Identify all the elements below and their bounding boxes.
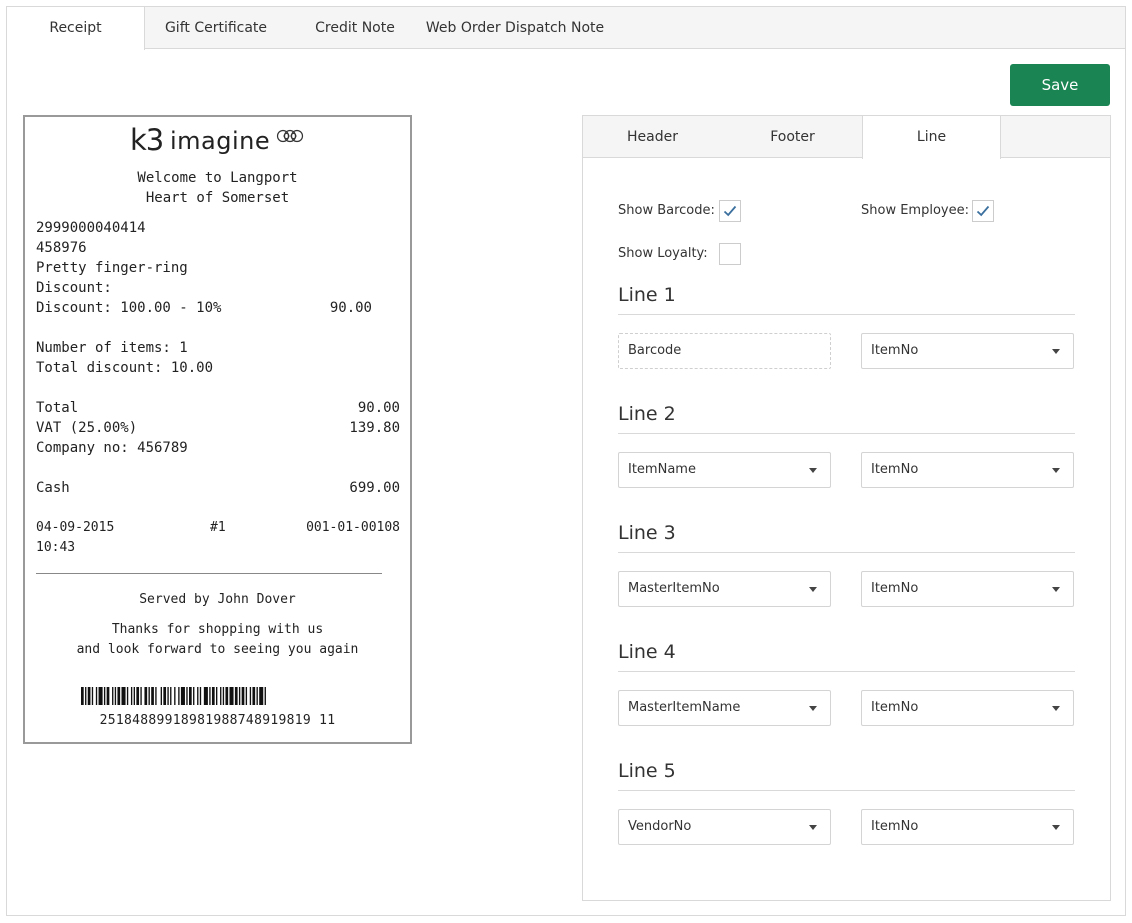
receipt-vat-value: 139.80 [349, 420, 400, 436]
line-3-left-select[interactable]: MasterItemNo [618, 571, 831, 607]
line-2-right-select[interactable]: ItemNo [861, 452, 1074, 488]
chevron-down-icon [1052, 468, 1060, 473]
line-5-right-value: ItemNo [871, 819, 919, 834]
line-3-left-value: MasterItemNo [628, 581, 720, 596]
receipt-barcode-line: 2999000040414 [36, 220, 146, 236]
receipt-thanks-2: and look forward to seeing you again [76, 642, 359, 657]
receipt-settings-window: Receipt Gift Certificate Credit Note Web… [6, 6, 1126, 916]
line-3-title: Line 3 [618, 521, 1075, 553]
receipt-thanks-1: Thanks for shopping with us [111, 622, 324, 637]
receipt-number: 001-01-00108 [306, 520, 400, 535]
chevron-down-icon [1052, 825, 1060, 830]
receipt-vat-label: VAT (25.00%) [36, 420, 138, 436]
tab-credit-note[interactable]: Credit Note [286, 7, 424, 49]
receipt-discount-detail: Discount: 100.00 - 10% [36, 300, 222, 316]
line-2-right-value: ItemNo [871, 462, 919, 477]
show-barcode-checkbox[interactable] [719, 200, 741, 222]
line-1-right-value: ItemNo [871, 343, 919, 358]
receipt-total-value: 90.00 [357, 400, 400, 416]
receipt-preview: k3 imagine Welcome to Langport Heart of … [23, 115, 412, 744]
receipt-discount-amount: 90.00 [329, 300, 372, 316]
receipt-total-discount: Total discount: 10.00 [36, 360, 214, 376]
receipt-time: 10:43 [36, 540, 76, 555]
show-employee-checkbox[interactable] [972, 200, 994, 222]
receipt-welcome: Welcome to Langport [137, 170, 298, 186]
line-4-right-value: ItemNo [871, 700, 919, 715]
chevron-down-icon [809, 706, 817, 711]
line-4-left-select[interactable]: MasterItemName [618, 690, 831, 726]
line-4-left-value: MasterItemName [628, 700, 741, 715]
chevron-down-icon [1052, 706, 1060, 711]
receipt-date: 04-09-2015 [36, 520, 115, 535]
receipt-barcode-number: 25184889918981988748919819 11 [99, 713, 336, 728]
show-loyalty-label: Show Loyalty: [618, 246, 708, 261]
receipt-cash-value: 699.00 [349, 480, 400, 496]
tab-receipt[interactable]: Receipt [7, 7, 145, 50]
k3-imagine-logo: k3 imagine [130, 123, 310, 157]
line-5-left-select[interactable]: VendorNo [618, 809, 831, 845]
show-barcode-label: Show Barcode: [618, 203, 715, 218]
line-4-right-select[interactable]: ItemNo [861, 690, 1074, 726]
chevron-down-icon [1052, 349, 1060, 354]
line-3-right-value: ItemNo [871, 581, 919, 596]
chevron-down-icon [809, 468, 817, 473]
show-loyalty-checkbox[interactable] [719, 243, 741, 265]
receipt-company-no: Company no: 456789 [36, 440, 188, 456]
line-5-title: Line 5 [618, 759, 1075, 791]
receipt-divider [36, 573, 382, 574]
receipt-cash-label: Cash [36, 480, 70, 496]
line-4-title: Line 4 [618, 640, 1075, 672]
receipt-register: #1 [210, 520, 226, 535]
show-employee-label: Show Employee: [861, 203, 969, 218]
line-5-left-value: VendorNo [628, 819, 692, 834]
chevron-down-icon [809, 825, 817, 830]
receipt-discount-label: Discount: [36, 280, 112, 296]
receipt-subtitle: Heart of Somerset [145, 190, 290, 206]
logo-rings-icon [276, 129, 304, 143]
receipt-total-label: Total [36, 400, 79, 416]
line-config-panel: Header Footer Line Show Barcode: Show Em… [582, 115, 1111, 901]
line-2-title: Line 2 [618, 402, 1075, 434]
receipt-items-count: Number of items: 1 [36, 340, 188, 356]
barcode-icon [81, 687, 266, 705]
sub-tab-bar: Header Footer Line [583, 116, 1110, 159]
tab-web-order-dispatch-note[interactable]: Web Order Dispatch Note [425, 7, 605, 49]
line-5-right-select[interactable]: ItemNo [861, 809, 1074, 845]
line-2-left-select[interactable]: ItemName [618, 452, 831, 488]
chevron-down-icon [809, 587, 817, 592]
receipt-item-no: 458976 [36, 240, 87, 256]
receipt-item-name: Pretty finger-ring [36, 260, 188, 276]
tab-header[interactable]: Header [583, 116, 722, 158]
chevron-down-icon [1052, 587, 1060, 592]
checkmark-icon [976, 205, 990, 217]
top-tab-bar: Receipt Gift Certificate Credit Note Web… [7, 7, 1125, 50]
line-1-title: Line 1 [618, 283, 1075, 315]
receipt-served-by: Served by John Dover [139, 592, 296, 607]
line-1-left-field[interactable]: Barcode [618, 333, 831, 369]
logo-imagine-text: imagine [170, 127, 271, 155]
tab-footer[interactable]: Footer [723, 116, 862, 158]
checkmark-icon [723, 205, 737, 217]
tab-gift-certificate[interactable]: Gift Certificate [147, 7, 285, 49]
line-1-right-select[interactable]: ItemNo [861, 333, 1074, 369]
save-button[interactable]: Save [1010, 64, 1110, 106]
tab-line[interactable]: Line [862, 116, 1001, 159]
line-2-left-value: ItemName [628, 462, 696, 477]
logo-k3-text: k3 [130, 123, 164, 157]
line-3-right-select[interactable]: ItemNo [861, 571, 1074, 607]
